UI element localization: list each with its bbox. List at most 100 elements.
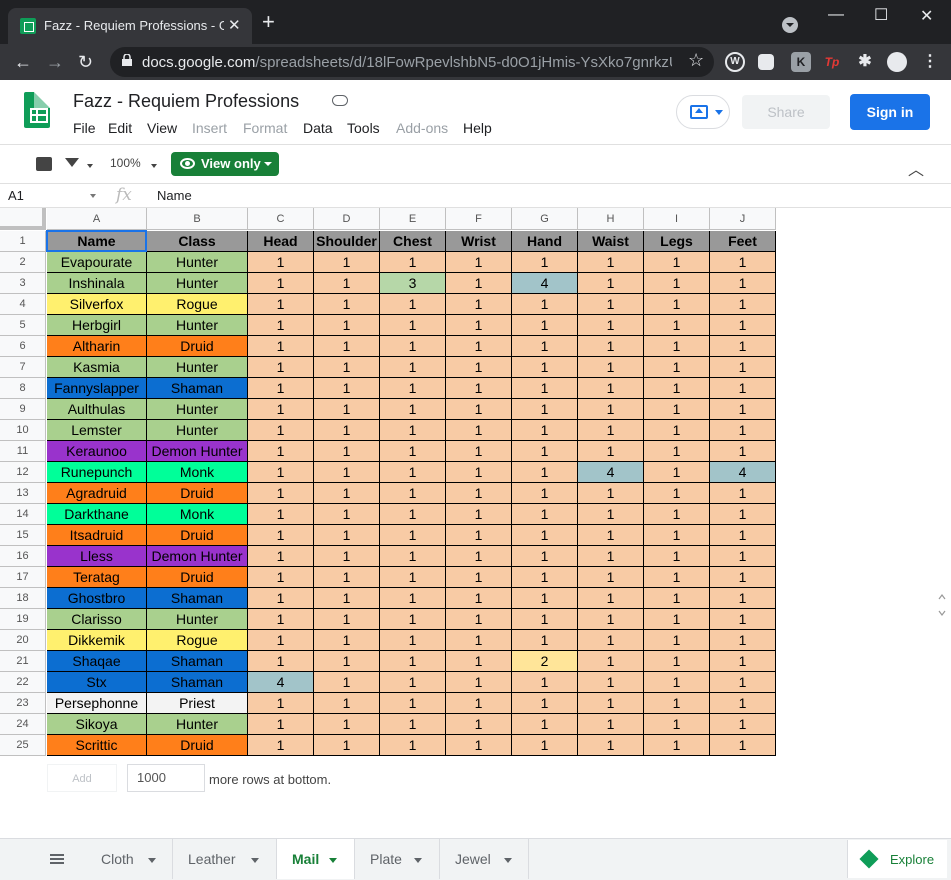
value-cell[interactable]: 1 (314, 252, 380, 273)
value-cell[interactable]: 1 (248, 357, 314, 378)
spreadsheet-grid[interactable]: A B C D E F G H I J 1 Name Class Head Shoulder Chest Wri… (0, 208, 951, 838)
value-cell[interactable]: 1 (578, 420, 644, 441)
value-cell[interactable]: 1 (446, 357, 512, 378)
value-cell[interactable]: 4 (512, 273, 578, 294)
value-cell[interactable]: 1 (380, 441, 446, 462)
name-cell[interactable]: Kasmia (47, 357, 147, 378)
value-cell[interactable]: 1 (512, 483, 578, 504)
row-header[interactable]: 10 (0, 420, 46, 441)
value-cell[interactable]: 1 (644, 504, 710, 525)
value-cell[interactable]: 1 (248, 315, 314, 336)
value-cell[interactable]: 1 (710, 693, 776, 714)
value-cell[interactable]: 1 (446, 672, 512, 693)
chevron-down-icon[interactable] (90, 194, 96, 198)
extension-cube-icon[interactable] (758, 54, 774, 70)
name-cell[interactable]: Evapourate (47, 252, 147, 273)
column-header-e[interactable]: E (380, 208, 446, 230)
bookmark-star-icon[interactable]: ☆ (688, 50, 704, 71)
class-cell[interactable]: Monk (147, 462, 248, 483)
value-cell[interactable]: 1 (248, 735, 314, 756)
row-header[interactable]: 2 (0, 252, 46, 273)
value-cell[interactable]: 1 (710, 567, 776, 588)
row-header[interactable]: 23 (0, 693, 46, 714)
rows-count-input[interactable]: 1000 (127, 764, 205, 792)
value-cell[interactable]: 1 (380, 546, 446, 567)
value-cell[interactable]: 1 (314, 399, 380, 420)
document-title[interactable]: Fazz - Requiem Professions (73, 91, 299, 112)
value-cell[interactable]: 1 (710, 294, 776, 315)
value-cell[interactable]: 1 (446, 567, 512, 588)
value-cell[interactable]: 1 (578, 399, 644, 420)
row-header[interactable]: 9 (0, 399, 46, 420)
value-cell[interactable]: 1 (446, 525, 512, 546)
column-header-j[interactable]: J (710, 208, 776, 230)
value-cell[interactable]: 1 (314, 609, 380, 630)
value-cell[interactable]: 1 (248, 420, 314, 441)
value-cell[interactable]: 1 (248, 252, 314, 273)
value-cell[interactable]: 1 (578, 252, 644, 273)
class-cell[interactable]: Hunter (147, 399, 248, 420)
value-cell[interactable]: 1 (710, 525, 776, 546)
minimize-icon[interactable]: — (828, 6, 844, 24)
value-cell[interactable]: 1 (446, 315, 512, 336)
class-cell[interactable]: Druid (147, 567, 248, 588)
value-cell[interactable]: 1 (380, 462, 446, 483)
value-cell[interactable]: 1 (512, 525, 578, 546)
value-cell[interactable]: 1 (710, 441, 776, 462)
print-icon[interactable] (36, 157, 52, 171)
name-cell[interactable]: Scrittic (47, 735, 147, 756)
name-cell[interactable]: Darkthane (47, 504, 147, 525)
extension-k-icon[interactable]: K (791, 52, 811, 72)
value-cell[interactable]: 1 (512, 420, 578, 441)
value-cell[interactable]: 1 (380, 252, 446, 273)
chevron-down-icon[interactable] (151, 164, 157, 168)
value-cell[interactable]: 1 (644, 441, 710, 462)
value-cell[interactable]: 1 (578, 609, 644, 630)
name-cell[interactable]: Herbgirl (47, 315, 147, 336)
value-cell[interactable]: 1 (446, 399, 512, 420)
value-cell[interactable]: 1 (446, 651, 512, 672)
header-cell[interactable]: Chest (380, 231, 446, 252)
value-cell[interactable]: 1 (380, 525, 446, 546)
header-cell[interactable]: Head (248, 231, 314, 252)
value-cell[interactable]: 3 (380, 273, 446, 294)
header-cell[interactable]: Name (47, 231, 147, 252)
value-cell[interactable]: 1 (644, 588, 710, 609)
value-cell[interactable]: 1 (380, 588, 446, 609)
value-cell[interactable]: 1 (578, 504, 644, 525)
value-cell[interactable]: 1 (380, 504, 446, 525)
value-cell[interactable]: 1 (710, 336, 776, 357)
add-rows-button[interactable]: Add (47, 764, 117, 792)
value-cell[interactable]: 1 (314, 378, 380, 399)
value-cell[interactable]: 1 (314, 336, 380, 357)
class-cell[interactable]: Shaman (147, 651, 248, 672)
value-cell[interactable]: 1 (710, 252, 776, 273)
name-cell[interactable]: Keraunoo (47, 441, 147, 462)
name-cell[interactable]: Shaqae (47, 651, 147, 672)
select-all-corner[interactable] (0, 208, 46, 230)
value-cell[interactable]: 1 (578, 525, 644, 546)
sheets-logo-icon[interactable] (24, 92, 50, 128)
value-cell[interactable]: 1 (248, 483, 314, 504)
new-tab-icon[interactable]: + (262, 11, 275, 33)
menu-add-ons[interactable]: Add-ons (396, 120, 448, 136)
value-cell[interactable]: 1 (578, 483, 644, 504)
value-cell[interactable]: 1 (446, 252, 512, 273)
name-box[interactable]: A1 (8, 188, 98, 203)
row-header[interactable]: 4 (0, 294, 46, 315)
value-cell[interactable]: 1 (446, 714, 512, 735)
value-cell[interactable]: 1 (644, 336, 710, 357)
row-header[interactable]: 18 (0, 588, 46, 609)
value-cell[interactable]: 1 (644, 315, 710, 336)
tab-search-icon[interactable] (782, 17, 798, 33)
value-cell[interactable]: 1 (644, 357, 710, 378)
class-cell[interactable]: Rogue (147, 294, 248, 315)
value-cell[interactable]: 1 (512, 714, 578, 735)
menu-format[interactable]: Format (243, 120, 287, 136)
value-cell[interactable]: 1 (644, 609, 710, 630)
value-cell[interactable]: 1 (710, 651, 776, 672)
sheet-tab-mail[interactable]: Mail (277, 839, 355, 879)
row-header[interactable]: 3 (0, 273, 46, 294)
menu-help[interactable]: Help (463, 120, 492, 136)
value-cell[interactable]: 1 (710, 420, 776, 441)
